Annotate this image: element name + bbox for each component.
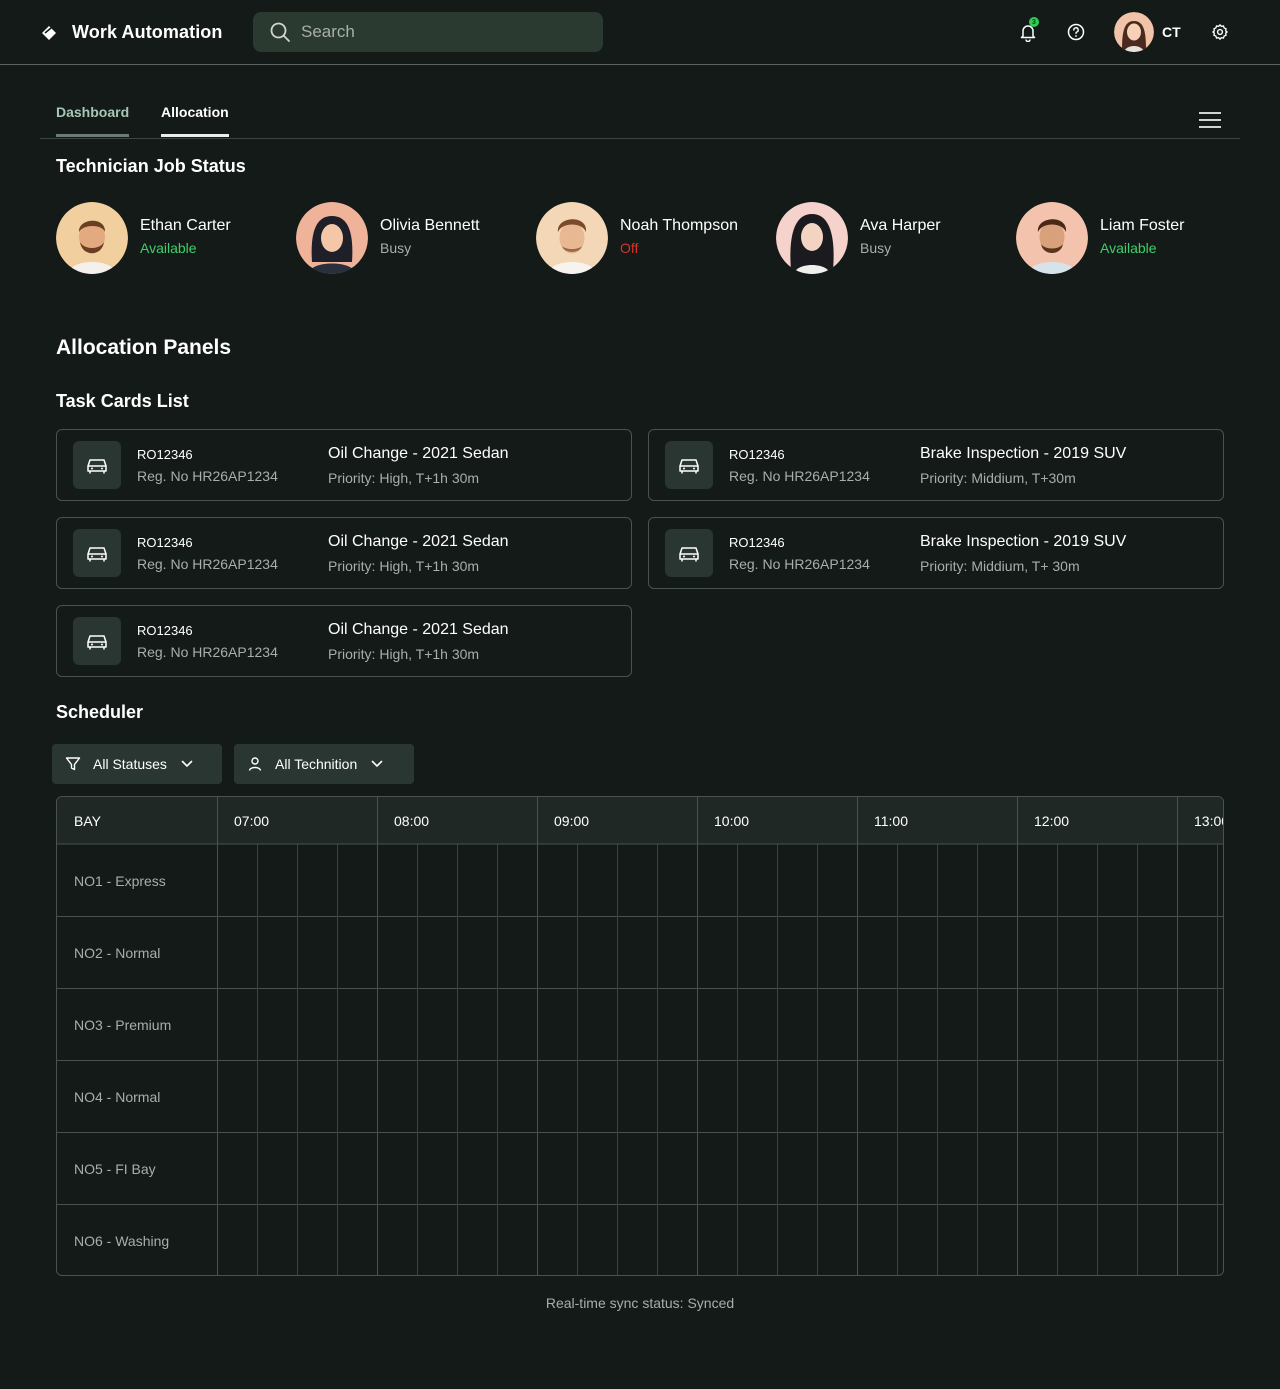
technician-card[interactable]: Liam Foster Available — [1016, 202, 1246, 274]
avatar — [296, 202, 368, 274]
card-registration: Reg. No HR26AP1234 — [137, 644, 278, 660]
help-button[interactable] — [1064, 20, 1088, 44]
menu-icon[interactable] — [1198, 110, 1222, 130]
hour-label: 11:00 — [874, 813, 908, 829]
bay-row-label: NO1 - Express — [74, 873, 166, 889]
technician-status: Off — [620, 239, 639, 256]
technician-status: Busy — [380, 239, 412, 256]
car-icon — [73, 441, 121, 489]
technician-section-title: Technician Job Status — [56, 156, 246, 176]
search-icon — [270, 22, 290, 42]
search-box[interactable] — [253, 12, 603, 52]
bay-row-label: NO3 - Premium — [74, 1017, 172, 1033]
settings-button[interactable] — [1208, 20, 1232, 44]
scheduler-title: Scheduler — [56, 702, 144, 722]
avatar — [536, 202, 608, 274]
filter-icon — [65, 757, 81, 771]
card-title: Brake Inspection - 2019 SUV — [920, 445, 1127, 462]
bay-row-label: NO4 - Normal — [74, 1089, 161, 1105]
task-card[interactable]: RO12346 Reg. No HR26AP1234 Oil Change - … — [56, 429, 632, 501]
tab-dashboard[interactable]: Dashboard — [56, 104, 129, 137]
card-title: Oil Change - 2021 Sedan — [328, 533, 509, 550]
card-ro-number: RO12346 — [729, 535, 785, 550]
bay-row-label: NO6 - Washing — [74, 1233, 170, 1249]
technician-status: Available — [1100, 239, 1157, 256]
car-icon — [73, 529, 121, 577]
task-card[interactable]: RO12346 Reg. No HR26AP1234 Brake Inspect… — [648, 429, 1224, 501]
hour-label: 08:00 — [394, 813, 430, 829]
car-icon — [665, 529, 713, 577]
logo-icon — [42, 25, 56, 40]
chevron-down-icon — [371, 760, 383, 768]
card-priority: Priority: Middium, T+ 30m — [920, 558, 1080, 574]
task-card[interactable]: RO12346 Reg. No HR26AP1234 Oil Change - … — [56, 605, 632, 677]
avatar — [56, 202, 128, 274]
technician-status: Busy — [860, 239, 892, 256]
app-title: Work Automation — [72, 22, 223, 42]
avatar — [1016, 202, 1088, 274]
card-registration: Reg. No HR26AP1234 — [729, 556, 870, 572]
card-title: Brake Inspection - 2019 SUV — [920, 533, 1127, 550]
card-priority: Priority: High, T+1h 30m — [328, 558, 480, 574]
card-ro-number: RO12346 — [137, 447, 193, 462]
technician-filter-label: All Technition — [275, 756, 358, 772]
top-bar: Work Automation 3 CT — [0, 0, 1280, 65]
technician-name: Ava Harper — [860, 216, 941, 234]
card-registration: Reg. No HR26AP1234 — [729, 468, 870, 484]
avatar — [776, 202, 848, 274]
search-input[interactable] — [301, 22, 581, 42]
help-icon — [1067, 23, 1085, 41]
technician-card[interactable]: Ethan Carter Available — [56, 202, 286, 274]
technician-name: Liam Foster — [1100, 216, 1185, 234]
bay-column-header: BAY — [74, 813, 101, 829]
avatar[interactable] — [1114, 12, 1154, 52]
hour-label: 13:00 — [1194, 813, 1223, 829]
notifications-button[interactable]: 3 — [1016, 17, 1040, 44]
scheduler-grid[interactable]: BAY 07:00 08:00 09:00 10:00 11:00 12:00 … — [56, 796, 1224, 1276]
technician-card[interactable]: Noah Thompson Off — [536, 202, 766, 274]
technician-name: Olivia Bennett — [380, 216, 480, 234]
hour-label: 07:00 — [234, 813, 270, 829]
sync-status: Real-time sync status: Synced — [545, 1295, 735, 1311]
scheduler-grid-lines — [57, 797, 1223, 1275]
allocation-title: Allocation Panels — [56, 336, 232, 359]
hour-label: 09:00 — [554, 813, 590, 829]
task-card[interactable]: RO12346 Reg. No HR26AP1234 Oil Change - … — [56, 517, 632, 589]
card-ro-number: RO12346 — [137, 623, 193, 638]
car-icon — [73, 617, 121, 665]
user-initials[interactable]: CT — [1162, 24, 1181, 40]
gear-icon — [1212, 24, 1228, 40]
bay-row-label: NO2 - Normal — [74, 945, 161, 961]
card-priority: Priority: Middium, T+30m — [920, 470, 1076, 486]
chevron-down-icon — [181, 760, 193, 768]
card-registration: Reg. No HR26AP1234 — [137, 468, 278, 484]
technician-card[interactable]: Olivia Bennett Busy — [296, 202, 526, 274]
technician-status: Available — [140, 239, 197, 256]
tab-bar: Dashboard Allocation — [40, 90, 1240, 139]
card-title: Oil Change - 2021 Sedan — [328, 445, 509, 462]
car-icon — [665, 441, 713, 489]
technician-name: Noah Thompson — [620, 216, 738, 234]
status-filter-dropdown[interactable]: All Statuses — [52, 744, 222, 784]
task-cards-title: Task Cards List — [56, 391, 189, 411]
card-registration: Reg. No HR26AP1234 — [137, 556, 278, 572]
technician-name: Ethan Carter — [140, 216, 231, 234]
hour-label: 10:00 — [714, 813, 750, 829]
notification-badge: 3 — [1029, 17, 1039, 27]
bay-row-label: NO5 - FI Bay — [74, 1161, 156, 1177]
card-title: Oil Change - 2021 Sedan — [328, 621, 509, 638]
app-logo[interactable]: Work Automation — [40, 22, 223, 43]
user-icon — [248, 757, 262, 771]
hour-label: 12:00 — [1034, 813, 1070, 829]
technician-card[interactable]: Ava Harper Busy — [776, 202, 1006, 274]
task-card[interactable]: RO12346 Reg. No HR26AP1234 Brake Inspect… — [648, 517, 1224, 589]
card-ro-number: RO12346 — [729, 447, 785, 462]
card-ro-number: RO12346 — [137, 535, 193, 550]
card-priority: Priority: High, T+1h 30m — [328, 646, 480, 662]
card-priority: Priority: High, T+1h 30m — [328, 470, 480, 486]
status-filter-label: All Statuses — [93, 756, 167, 772]
technician-filter-dropdown[interactable]: All Technition — [234, 744, 414, 784]
tab-allocation[interactable]: Allocation — [161, 104, 229, 137]
